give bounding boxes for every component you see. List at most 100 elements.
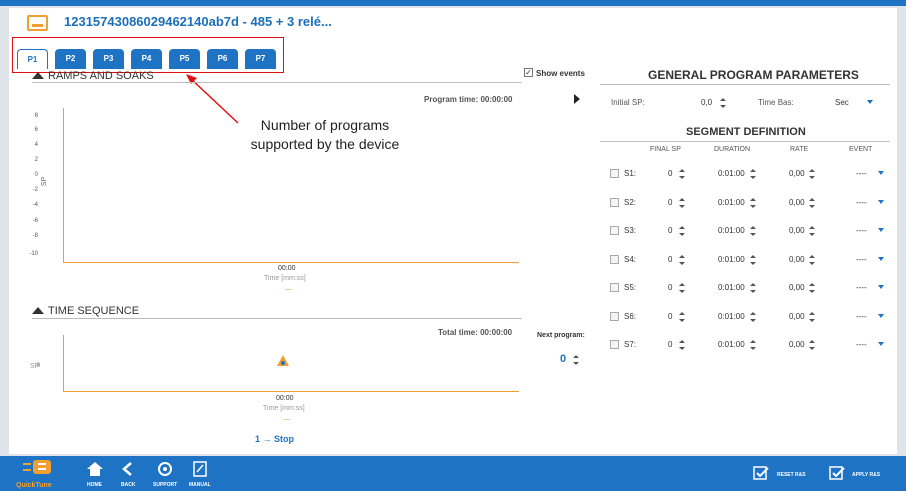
segment-event[interactable]: ---- xyxy=(856,169,867,178)
annotation-line-1: Number of programs xyxy=(260,117,390,133)
duration-spinner[interactable] xyxy=(749,169,757,179)
final-sp-spinner[interactable] xyxy=(678,283,686,293)
duration-spinner[interactable] xyxy=(749,198,757,208)
segment-duration[interactable]: 0:01:00 xyxy=(718,255,745,264)
segment-duration[interactable]: 0:01:00 xyxy=(718,198,745,207)
segment-duration[interactable]: 0:01:00 xyxy=(718,226,745,235)
annotation-line-2: supported by the device xyxy=(250,136,400,152)
next-program-label: Next program: xyxy=(537,332,585,339)
segment-duration[interactable]: 0:01:00 xyxy=(718,340,745,349)
segment-duration[interactable]: 0:01:00 xyxy=(718,283,745,292)
segment-final-sp[interactable]: 0 xyxy=(668,255,672,264)
duration-spinner[interactable] xyxy=(749,312,757,322)
y-tick: 8 xyxy=(34,113,38,119)
duration-spinner[interactable] xyxy=(749,226,757,236)
rate-spinner[interactable] xyxy=(808,255,816,265)
segment-duration[interactable]: 0:01:00 xyxy=(718,169,745,178)
final-sp-spinner[interactable] xyxy=(678,198,686,208)
segment-rate[interactable]: 0,00 xyxy=(789,198,805,207)
initial-sp-value[interactable]: 0,0 xyxy=(701,98,712,107)
segment-checkbox[interactable] xyxy=(610,312,619,321)
ramps-y-axis xyxy=(63,108,64,263)
segment-event[interactable]: ---- xyxy=(856,198,867,207)
rate-spinner[interactable] xyxy=(808,226,816,236)
general-divider xyxy=(600,84,890,85)
event-dropdown-icon[interactable] xyxy=(878,314,884,318)
segment-final-sp[interactable]: 0 xyxy=(668,198,672,207)
segment-final-sp[interactable]: 0 xyxy=(668,283,672,292)
ramps-section-header[interactable]: RAMPS AND SOAKS xyxy=(32,70,154,82)
final-sp-spinner[interactable] xyxy=(678,255,686,265)
segment-rate[interactable]: 0,00 xyxy=(789,226,805,235)
segment-name: S5: xyxy=(624,283,637,292)
final-sp-spinner[interactable] xyxy=(678,226,686,236)
final-sp-spinner[interactable] xyxy=(678,312,686,322)
segment-checkbox[interactable] xyxy=(610,283,619,292)
quicktune-logo xyxy=(23,460,51,474)
segment-checkbox[interactable] xyxy=(610,226,619,235)
rate-spinner[interactable] xyxy=(808,340,816,350)
event-dropdown-icon[interactable] xyxy=(878,285,884,289)
segment-final-sp[interactable]: 0 xyxy=(668,226,672,235)
segment-final-sp[interactable]: 0 xyxy=(668,340,672,349)
ramps-x-label: Time [mm:ss] xyxy=(264,275,306,282)
timeseq-section-header[interactable]: TIME SEQUENCE xyxy=(32,305,139,317)
segment-event[interactable]: ---- xyxy=(856,340,867,349)
ramps-title: RAMPS AND SOAKS xyxy=(48,70,154,82)
initial-sp-spinner[interactable] xyxy=(719,98,727,108)
segment-rate[interactable]: 0,00 xyxy=(789,340,805,349)
support-button[interactable] xyxy=(158,462,172,481)
total-time: Total time: 00:00:00 xyxy=(438,328,513,337)
y-tick: -8 xyxy=(32,233,38,239)
time-base-dropdown-icon[interactable] xyxy=(867,100,873,104)
duration-spinner[interactable] xyxy=(749,283,757,293)
col-duration: DURATION xyxy=(714,146,751,153)
segment-event[interactable]: ---- xyxy=(856,226,867,235)
segment-checkbox[interactable] xyxy=(610,198,619,207)
event-dropdown-icon[interactable] xyxy=(878,200,884,204)
next-program-spinner[interactable] xyxy=(572,355,580,365)
support-label: SUPPORT xyxy=(153,482,178,488)
stop-link[interactable]: 1 → Stop xyxy=(255,434,294,444)
ramps-divider xyxy=(32,82,522,83)
duration-spinner[interactable] xyxy=(749,340,757,350)
back-button[interactable] xyxy=(121,462,133,481)
segment-checkbox[interactable] xyxy=(610,255,619,264)
rate-spinner[interactable] xyxy=(808,198,816,208)
final-sp-spinner[interactable] xyxy=(678,169,686,179)
segment-rate[interactable]: 0,00 xyxy=(789,312,805,321)
event-dropdown-icon[interactable] xyxy=(878,228,884,232)
segment-final-sp[interactable]: 0 xyxy=(668,169,672,178)
event-dropdown-icon[interactable] xyxy=(878,257,884,261)
reset-rs-button[interactable] xyxy=(753,466,769,485)
annotation-highlight-box xyxy=(12,37,284,73)
final-sp-spinner[interactable] xyxy=(678,340,686,350)
event-dropdown-icon[interactable] xyxy=(878,171,884,175)
segment-rate[interactable]: 0,00 xyxy=(789,169,805,178)
segment-rate[interactable]: 0,00 xyxy=(789,255,805,264)
segment-event[interactable]: ---- xyxy=(856,312,867,321)
expand-arrow-icon[interactable] xyxy=(574,94,580,104)
apply-rs-button[interactable] xyxy=(829,466,845,485)
rate-spinner[interactable] xyxy=(808,169,816,179)
ramps-legend: — xyxy=(285,286,292,293)
show-events-checkbox[interactable]: ✓ xyxy=(524,68,533,77)
general-params-title: GENERAL PROGRAM PARAMETERS xyxy=(648,68,859,82)
segment-duration[interactable]: 0:01:00 xyxy=(718,312,745,321)
manual-button[interactable] xyxy=(193,461,207,482)
rate-spinner[interactable] xyxy=(808,283,816,293)
segment-event[interactable]: ---- xyxy=(856,255,867,264)
rate-spinner[interactable] xyxy=(808,312,816,322)
segment-final-sp[interactable]: 0 xyxy=(668,312,672,321)
duration-spinner[interactable] xyxy=(749,255,757,265)
next-program-value[interactable]: 0 xyxy=(560,353,566,365)
segment-rate[interactable]: 0,00 xyxy=(789,283,805,292)
time-base-value[interactable]: Sec xyxy=(835,98,849,107)
segment-checkbox[interactable] xyxy=(610,169,619,178)
reset-rs-label: RESET R&S xyxy=(777,472,806,478)
event-dropdown-icon[interactable] xyxy=(878,342,884,346)
home-button[interactable] xyxy=(87,462,103,481)
segment-checkbox[interactable] xyxy=(610,340,619,349)
segment-event[interactable]: ---- xyxy=(856,283,867,292)
y-tick: -4 xyxy=(32,202,38,208)
